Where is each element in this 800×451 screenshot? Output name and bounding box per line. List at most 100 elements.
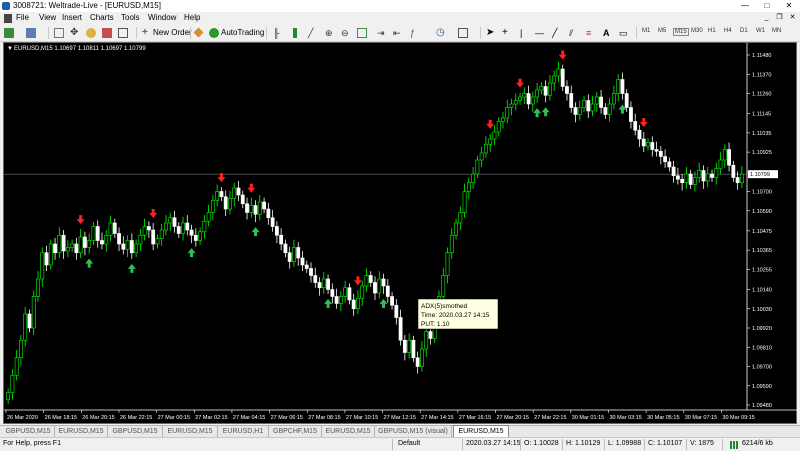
- tile-windows-icon[interactable]: [357, 28, 367, 38]
- candle-body: [70, 243, 75, 248]
- candle-body: [650, 142, 655, 150]
- price-chart[interactable]: ▼ EURUSD,M15 1.10697 1.10811 1.10697 1.1…: [4, 43, 798, 425]
- candle-body: [543, 86, 548, 96]
- candle-body: [727, 149, 731, 166]
- candle-body: [428, 331, 433, 339]
- sell-arrow-icon: [558, 50, 567, 60]
- candle-body: [565, 86, 569, 94]
- line-chart-icon[interactable]: ╱: [308, 28, 318, 38]
- timeframe-m15[interactable]: M15: [673, 28, 689, 36]
- candle-body: [526, 93, 531, 105]
- trendline-icon[interactable]: ╱: [552, 28, 562, 38]
- market-watch-icon[interactable]: [54, 28, 64, 38]
- vertical-line-icon[interactable]: |: [520, 28, 530, 38]
- menu-view[interactable]: View: [39, 13, 56, 22]
- timeframe-d1[interactable]: D1: [740, 28, 748, 34]
- fibonacci-icon[interactable]: ≡: [586, 28, 596, 38]
- candle-body: [155, 238, 160, 245]
- candle-body: [279, 234, 284, 245]
- candle-body: [364, 275, 369, 287]
- menu-file[interactable]: File: [16, 13, 29, 22]
- candle-body: [569, 93, 574, 108]
- zoom-in-icon[interactable]: ⊕: [325, 28, 335, 38]
- timeframe-h1[interactable]: H1: [708, 28, 716, 34]
- terminal-icon[interactable]: [102, 28, 112, 38]
- menu-tools[interactable]: Tools: [121, 13, 140, 22]
- candle-body: [283, 243, 288, 254]
- status-help: For Help, press F1: [3, 440, 61, 447]
- status-bar: For Help, press F1 Default 2020.03.27 14…: [0, 437, 800, 451]
- menu-insert[interactable]: Insert: [62, 13, 82, 22]
- timeframe-m30[interactable]: M30: [691, 28, 703, 34]
- candle-body: [287, 252, 292, 262]
- mdi-minimize-button[interactable]: _: [761, 13, 772, 23]
- new-order-icon[interactable]: +: [142, 28, 152, 38]
- sell-arrow-icon: [76, 215, 85, 225]
- metaeditor-icon[interactable]: [193, 27, 204, 38]
- minimize-button[interactable]: —: [734, 0, 756, 12]
- mdi-restore-button[interactable]: ❐: [774, 13, 785, 23]
- tab-eurusd-m15-2[interactable]: EURUSD,M15: [163, 426, 218, 437]
- time-tick-label: 30 Mar 07:15: [685, 415, 717, 421]
- menu-charts[interactable]: Charts: [90, 13, 114, 22]
- text-icon[interactable]: A: [603, 28, 613, 38]
- templates-icon[interactable]: [458, 28, 468, 38]
- periods-icon[interactable]: ◷: [436, 28, 446, 38]
- menu-window[interactable]: Window: [148, 13, 176, 22]
- candle-body: [292, 247, 296, 262]
- candle-body: [326, 278, 330, 290]
- candle-body: [6, 392, 11, 401]
- candle-body: [253, 205, 258, 215]
- close-button[interactable]: ✕: [778, 0, 800, 12]
- candle-body: [19, 339, 23, 359]
- bar-chart-icon[interactable]: ╟: [273, 28, 283, 38]
- tab-gbpusd-m15-visual[interactable]: GBPUSD,M15 (visual): [375, 426, 452, 437]
- new-order-button[interactable]: New Order: [153, 27, 192, 39]
- menu-help[interactable]: Help: [184, 13, 200, 22]
- candle-body: [705, 173, 710, 182]
- new-chart-icon[interactable]: [4, 28, 14, 38]
- candle-body: [48, 243, 53, 266]
- candle-body: [83, 236, 87, 248]
- profiles-icon[interactable]: [26, 28, 36, 38]
- chart-window[interactable]: ▼ EURUSD,M15 1.10697 1.10811 1.10697 1.1…: [3, 42, 798, 425]
- time-tick-label: 26 Mar 20:15: [82, 415, 114, 421]
- tab-eurusd-m15-3[interactable]: EURUSD,M15: [322, 426, 375, 437]
- tab-eurusd-m15[interactable]: EURUSD,M15: [55, 426, 108, 437]
- candlestick-icon[interactable]: [293, 28, 297, 38]
- candle-body: [599, 96, 603, 108]
- data-window-icon[interactable]: [86, 28, 96, 38]
- timeframe-mn[interactable]: MN: [772, 28, 781, 34]
- timeframe-m1[interactable]: M1: [642, 28, 650, 34]
- indicators-icon[interactable]: ƒ: [410, 28, 420, 38]
- crosshair-icon[interactable]: +: [502, 28, 512, 38]
- autotrading-icon[interactable]: [209, 28, 219, 38]
- navigator-icon[interactable]: ✥: [70, 28, 80, 38]
- equidistant-channel-icon[interactable]: ⫽: [569, 28, 579, 38]
- tab-gbpusd-m15[interactable]: GBPUSD,M15: [2, 426, 55, 437]
- tab-eurusd-h1[interactable]: EURUSD,H1: [218, 426, 269, 437]
- autotrading-button[interactable]: AutoTrading: [221, 27, 264, 39]
- candle-body: [693, 177, 697, 185]
- label-icon[interactable]: ▭: [619, 28, 629, 38]
- timeframe-m5[interactable]: M5: [658, 28, 666, 34]
- tab-gbpchf-m15[interactable]: GBPCHF,M15: [269, 426, 322, 437]
- candle-body: [373, 282, 377, 294]
- candle-body: [104, 234, 109, 245]
- candle-body: [317, 282, 322, 289]
- chart-shift-icon[interactable]: ⇤: [393, 28, 403, 38]
- tab-gbpusd-m15-2[interactable]: GBPUSD,M15: [108, 426, 163, 437]
- candle-body: [513, 100, 518, 105]
- candle-body: [215, 191, 220, 201]
- horizontal-line-icon[interactable]: —: [535, 28, 545, 38]
- zoom-out-icon[interactable]: ⊖: [341, 28, 351, 38]
- mdi-close-button[interactable]: ✕: [787, 13, 798, 23]
- tester-icon[interactable]: [118, 28, 128, 38]
- timeframe-w1[interactable]: W1: [756, 28, 765, 34]
- candle-body: [424, 331, 429, 350]
- timeframe-h4[interactable]: H4: [724, 28, 732, 34]
- autoscroll-icon[interactable]: ⇥: [377, 28, 387, 38]
- cursor-icon[interactable]: ➤: [486, 28, 496, 38]
- maximize-button[interactable]: □: [756, 0, 778, 12]
- candle-body: [646, 142, 650, 147]
